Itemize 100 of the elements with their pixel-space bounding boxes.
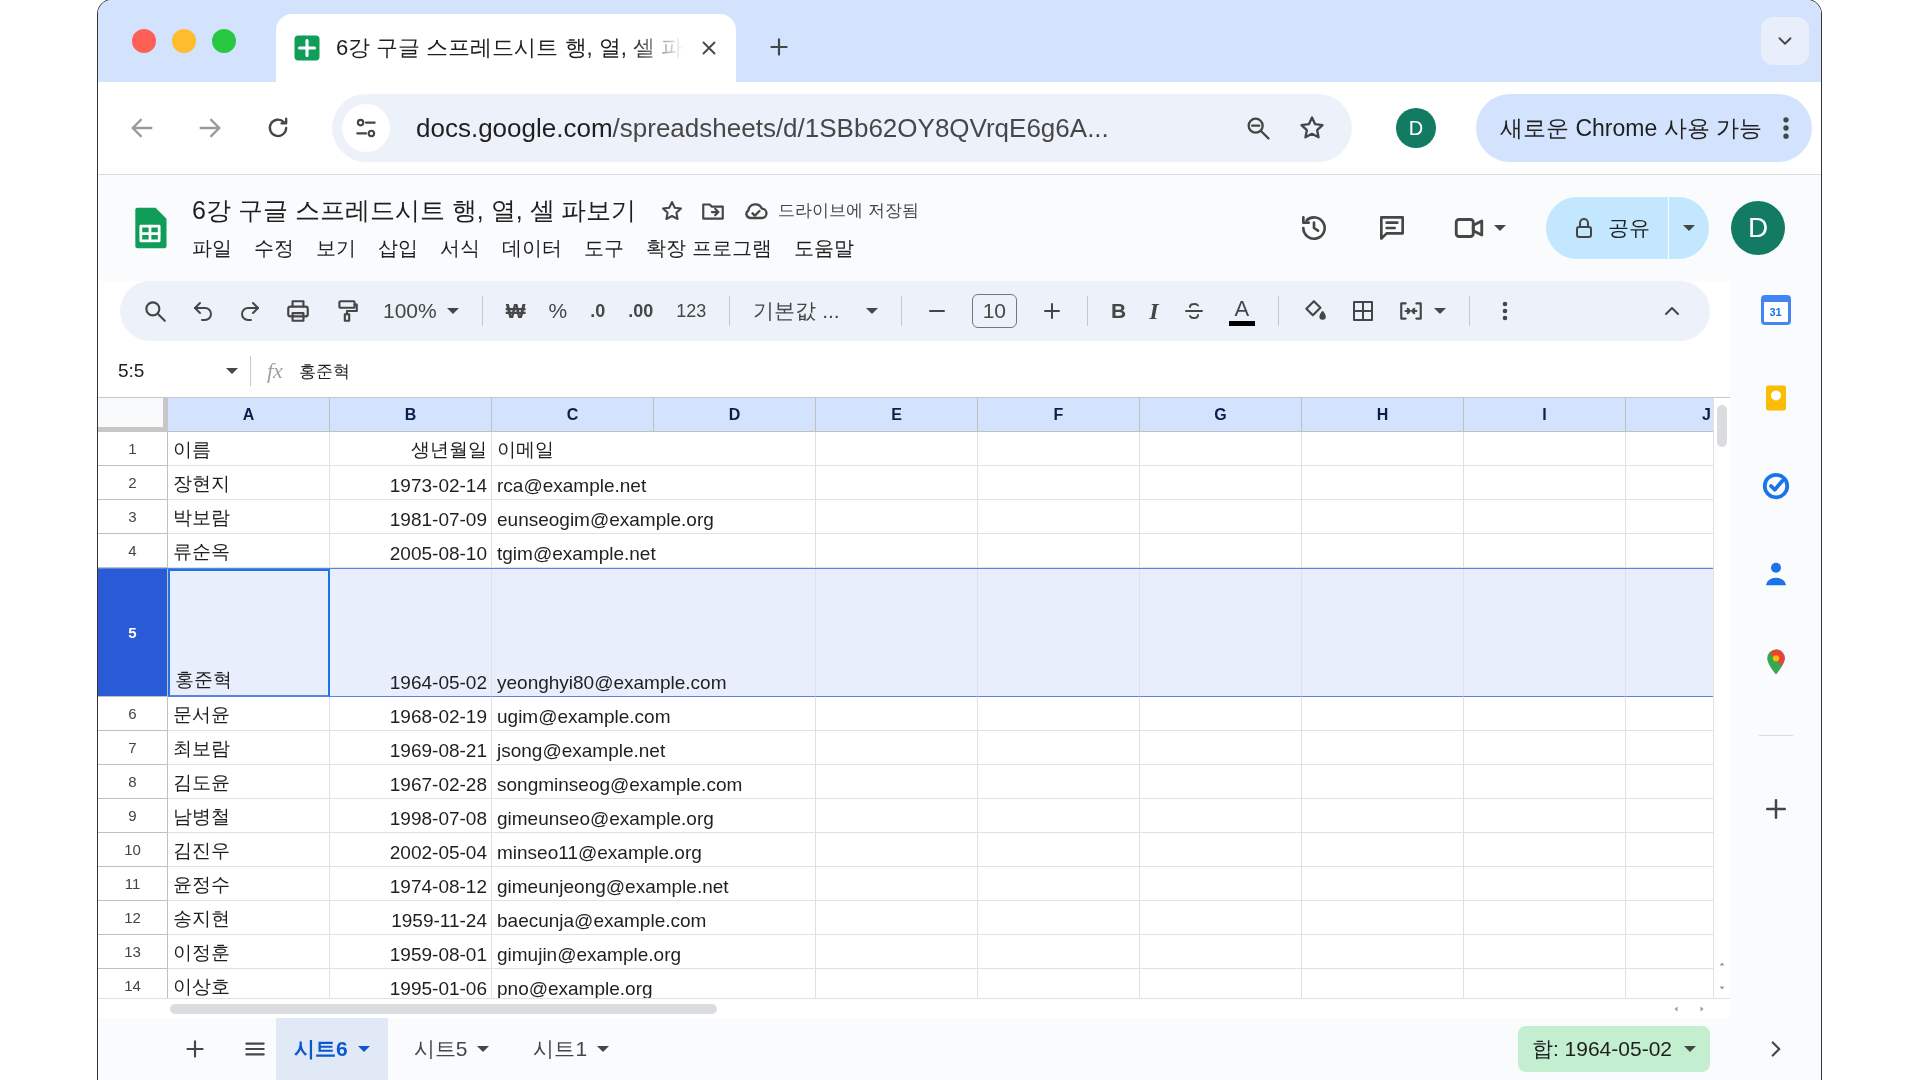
- menu-item[interactable]: 파일: [192, 235, 232, 262]
- sheets-logo-icon: [292, 33, 322, 63]
- browser-tab[interactable]: 6강 구글 스프레드시트 행, 열, 셀 파: [276, 14, 736, 82]
- caret-icon: [1683, 225, 1695, 231]
- menu-item[interactable]: 삽입: [378, 235, 418, 262]
- table-cell: 이상호: [168, 969, 330, 998]
- table-cell: 1959-11-24: [330, 901, 492, 935]
- menu-item[interactable]: 보기: [316, 235, 356, 262]
- share-button[interactable]: 공유: [1546, 197, 1668, 259]
- decrease-decimal-button[interactable]: .0: [590, 300, 606, 322]
- column-header[interactable]: J: [1626, 398, 1713, 432]
- caret-icon: [597, 1046, 610, 1052]
- row-header[interactable]: 3: [98, 500, 168, 534]
- currency-format-button[interactable]: ₩: [505, 299, 526, 323]
- table-cell: songminseog@example.com: [492, 765, 816, 799]
- table-cell: 최보람: [168, 731, 330, 765]
- percent-format-button[interactable]: %: [548, 299, 568, 323]
- row-header[interactable]: 11: [98, 867, 168, 901]
- table-cell: 1969-08-21: [330, 731, 492, 765]
- caret-icon[interactable]: [1494, 225, 1506, 231]
- save-status: 드라이브에 저장됨: [778, 200, 920, 222]
- update-chrome-button[interactable]: 새로운 Chrome 사용 가능: [1476, 94, 1812, 162]
- row-header[interactable]: 7: [98, 731, 168, 765]
- bold-button[interactable]: B: [1111, 299, 1127, 323]
- row-header[interactable]: 12: [98, 901, 168, 935]
- italic-button[interactable]: I: [1149, 297, 1159, 325]
- row-header[interactable]: 5: [98, 569, 168, 697]
- table-cell: 1995-01-06: [330, 969, 492, 998]
- table-cell: 이메일: [492, 432, 816, 466]
- undo-icon[interactable]: [191, 299, 215, 323]
- row-header[interactable]: 1: [98, 432, 168, 466]
- row-header[interactable]: 2: [98, 466, 168, 500]
- print-icon[interactable]: [285, 298, 311, 324]
- row-header[interactable]: 6: [98, 697, 168, 731]
- menu-item[interactable]: 서식: [440, 235, 480, 262]
- column-header[interactable]: I: [1464, 398, 1626, 432]
- calendar-icon[interactable]: 31: [1760, 295, 1791, 325]
- url-text[interactable]: docs.google.com/spreadsheets/d/1SBb62OY8QVrqE6g6A...: [416, 112, 1218, 144]
- column-header[interactable]: F: [978, 398, 1140, 432]
- bookmark-star-icon[interactable]: [1298, 114, 1326, 142]
- account-avatar[interactable]: D: [1731, 201, 1785, 255]
- table-cell: 송지현: [168, 901, 330, 935]
- sheet-tab[interactable]: 시트1: [515, 1018, 628, 1080]
- menu-item[interactable]: 데이터: [502, 235, 562, 262]
- borders-icon[interactable]: [1351, 299, 1376, 323]
- menu-item[interactable]: 도움말: [793, 235, 854, 262]
- column-header[interactable]: C: [492, 398, 654, 432]
- name-box[interactable]: 5:5: [98, 360, 250, 382]
- menu-item[interactable]: 수정: [254, 235, 294, 262]
- sheet-tab[interactable]: 시트5: [395, 1018, 508, 1080]
- table-cell: yeonghyi80@example.com: [492, 569, 816, 697]
- row-header[interactable]: 8: [98, 765, 168, 799]
- table-cell: gimeunseo@example.org: [492, 799, 816, 833]
- table-cell: rca@example.net: [492, 466, 816, 500]
- sum-button[interactable]: 합: 1964-05-02: [1517, 1026, 1710, 1072]
- column-header[interactable]: A: [168, 398, 330, 432]
- table-cell: 장현지: [168, 466, 330, 500]
- column-header[interactable]: D: [654, 398, 816, 432]
- increase-decimal-button[interactable]: .00: [628, 300, 654, 322]
- table-cell: 1959-08-01: [330, 935, 492, 969]
- column-header[interactable]: H: [1302, 398, 1464, 432]
- table-cell: 1967-02-28: [330, 765, 492, 799]
- table-cell: 1974-08-12: [330, 867, 492, 901]
- row-header[interactable]: 4: [98, 534, 168, 568]
- table-cell: jsong@example.net: [492, 731, 816, 765]
- zoom-dropdown[interactable]: 100%: [383, 299, 459, 323]
- column-header[interactable]: E: [816, 398, 978, 432]
- table-cell: gimujin@example.org: [492, 935, 816, 969]
- font-size-field[interactable]: 10: [971, 294, 1018, 328]
- fx-label: fx: [267, 358, 283, 384]
- table-cell: gimeunjeong@example.net: [492, 867, 816, 901]
- table-cell: 김도윤: [168, 765, 330, 799]
- table-cell: 2005-08-10: [330, 534, 492, 568]
- address-field[interactable]: docs.google.com/spreadsheets/d/1SBb62OY8QVrqE6g6A...: [332, 94, 1352, 162]
- column-header[interactable]: G: [1140, 398, 1302, 432]
- tasks-icon[interactable]: [1760, 471, 1791, 501]
- table-cell: 이름: [168, 432, 330, 466]
- menu-item[interactable]: 확장 프로그램: [646, 235, 772, 262]
- caret-icon: [357, 1046, 370, 1052]
- document-title[interactable]: 6강 구글 스프레드시트 행, 열, 셀 파보기: [192, 194, 637, 227]
- column-header[interactable]: B: [330, 398, 492, 432]
- row-header[interactable]: 10: [98, 833, 168, 867]
- profile-avatar[interactable]: D: [1396, 108, 1436, 148]
- text-color-button[interactable]: A: [1228, 296, 1256, 326]
- table-cell: 남병철: [168, 799, 330, 833]
- table-cell: 1973-02-14: [330, 466, 492, 500]
- redo-icon[interactable]: [238, 299, 262, 323]
- search-icon[interactable]: [142, 298, 168, 324]
- table-cell: ugim@example.com: [492, 697, 816, 731]
- row-header[interactable]: 9: [98, 799, 168, 833]
- row-header[interactable]: 13: [98, 935, 168, 969]
- number-format-button[interactable]: 123: [676, 300, 707, 322]
- table-cell: minseo11@example.org: [492, 833, 816, 867]
- table-cell: 김진우: [168, 833, 330, 867]
- font-dropdown[interactable]: 기본값 ...: [753, 297, 878, 325]
- formula-field[interactable]: 홍준혁: [298, 359, 350, 383]
- sheet-tab[interactable]: 시트6: [276, 1018, 388, 1080]
- star-icon[interactable]: [660, 198, 685, 223]
- menu-item[interactable]: 도구: [584, 235, 624, 262]
- caret-icon[interactable]: [1434, 308, 1447, 314]
